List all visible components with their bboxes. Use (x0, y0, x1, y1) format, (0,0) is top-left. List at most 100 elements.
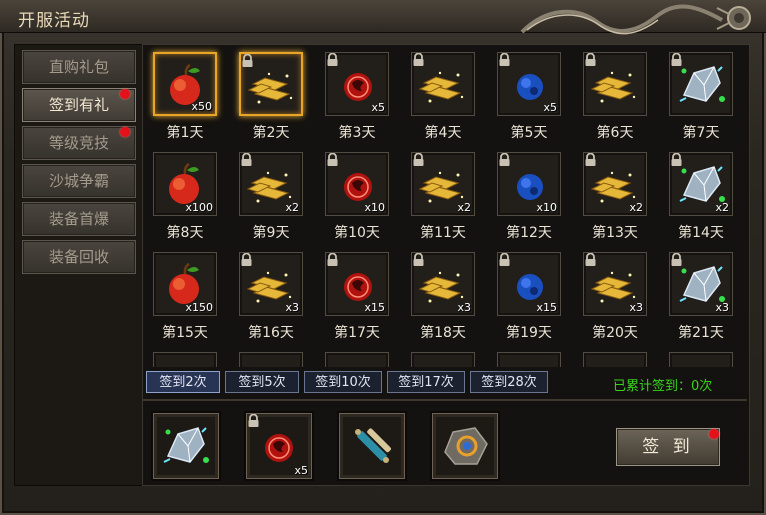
day-label: 第9天 (252, 225, 290, 241)
lock-icon (671, 153, 682, 166)
title-bar[interactable]: 开服活动 (0, 0, 766, 35)
milestone-tab-4[interactable]: 签到28次 (470, 371, 548, 393)
item-quantity: x3 (715, 301, 729, 314)
day-reward-slot[interactable]: x15 (497, 252, 561, 316)
lock-icon (241, 253, 252, 266)
lock-icon (499, 53, 510, 66)
lock-icon (241, 153, 252, 166)
milestone-reward-slot[interactable]: x5 (246, 413, 312, 479)
lock-icon (327, 53, 338, 66)
item-quantity: x100 (185, 201, 213, 214)
milestone-tab-3[interactable]: 签到17次 (387, 371, 465, 393)
day-reward-slot-partial[interactable] (583, 352, 647, 367)
crystal-icon (163, 427, 209, 463)
sidebar-item-0[interactable]: 直购礼包 (22, 50, 136, 84)
item-quantity: x150 (185, 301, 213, 314)
sidebar-item-label: 等级竞技 (48, 134, 109, 152)
day-reward-slot[interactable]: x3 (239, 252, 303, 316)
day-reward-slot[interactable]: x5 (497, 52, 561, 116)
day-reward-slot[interactable]: x3 (583, 252, 647, 316)
day-reward-slot[interactable]: x10 (497, 152, 561, 216)
lock-icon (327, 153, 338, 166)
item-quantity: x5 (543, 101, 557, 114)
lock-icon (242, 54, 253, 67)
item-quantity: x10 (364, 201, 385, 214)
dragon-ornament-icon (520, 4, 751, 35)
day-label: 第16天 (248, 325, 294, 341)
lock-icon (671, 253, 682, 266)
sidebar-item-2[interactable]: 等级竞技 (22, 126, 136, 160)
day-label: 第2天 (252, 125, 290, 141)
day-reward-slot[interactable] (583, 52, 647, 116)
day-reward-slot[interactable]: x2 (411, 152, 475, 216)
lock-icon (585, 53, 596, 66)
item-quantity: x3 (457, 301, 471, 314)
checkin-notify-dot (709, 429, 719, 439)
lock-icon (671, 53, 682, 66)
sidebar-item-label: 装备首爆 (48, 210, 109, 228)
lock-icon (413, 53, 424, 66)
sidebar-item-label: 直购礼包 (48, 58, 109, 76)
day-label: 第17天 (334, 325, 380, 341)
lock-icon (585, 253, 596, 266)
ore-stone-icon (444, 427, 488, 465)
sidebar-item-1[interactable]: 签到有礼 (22, 88, 136, 122)
day-label: 第14天 (678, 225, 724, 241)
day-reward-slot-partial[interactable] (669, 352, 733, 367)
day-reward-slot[interactable] (239, 52, 303, 116)
milestone-reward-slot[interactable] (339, 413, 405, 479)
day-label: 第6天 (596, 125, 634, 141)
item-quantity: x2 (715, 201, 729, 214)
day-label: 第18天 (420, 325, 466, 341)
day-label: 第21天 (678, 325, 724, 341)
lock-icon (327, 253, 338, 266)
item-quantity: x2 (629, 201, 643, 214)
day-label: 第5天 (510, 125, 548, 141)
day-reward-slot-partial[interactable] (153, 352, 217, 367)
checkin-panel: x50 第1天 第2天 x5 第3天 第4天 x5 第5天 第6天 第7天 x100 第8天 x2 第9天… (142, 44, 750, 486)
day-reward-slot[interactable]: x2 (583, 152, 647, 216)
sidebar-item-3[interactable]: 沙城争霸 (22, 164, 136, 198)
day-reward-slot-partial[interactable] (325, 352, 389, 367)
day-reward-slot[interactable]: x15 (325, 252, 389, 316)
day-reward-slot[interactable]: x3 (411, 252, 475, 316)
milestone-reward-slot[interactable] (153, 413, 219, 479)
day-reward-slot[interactable] (669, 52, 733, 116)
day-label: 第13天 (592, 225, 638, 241)
item-quantity: x10 (536, 201, 557, 214)
day-reward-slot[interactable] (411, 52, 475, 116)
item-quantity: x3 (629, 301, 643, 314)
milestone-tabs: 签到2次 签到5次 签到10次 签到17次 签到28次 (143, 371, 563, 393)
day-reward-slot[interactable]: x150 (153, 252, 217, 316)
milestone-tab-0[interactable]: 签到2次 (146, 371, 220, 393)
sidebar: 直购礼包签到有礼等级竞技沙城争霸装备首爆装备回收 (14, 44, 144, 486)
lock-icon (499, 253, 510, 266)
day-reward-slot[interactable]: x50 (153, 52, 217, 116)
day-reward-slot[interactable]: x2 (669, 152, 733, 216)
day-reward-slot[interactable]: x3 (669, 252, 733, 316)
sidebar-item-label: 装备回收 (48, 248, 109, 266)
day-grid[interactable]: x50 第1天 第2天 x5 第3天 第4天 x5 第5天 第6天 第7天 x100 第8天 x2 第9天… (143, 45, 747, 367)
day-label: 第15天 (162, 325, 208, 341)
checkin-button[interactable]: 签 到 (616, 428, 720, 466)
day-reward-slot-partial[interactable] (497, 352, 561, 367)
day-label: 第8天 (166, 225, 204, 241)
scroll-icon (355, 428, 391, 463)
item-quantity: x2 (285, 201, 299, 214)
day-label: 第20天 (592, 325, 638, 341)
day-reward-slot[interactable]: x5 (325, 52, 389, 116)
milestone-tab-2[interactable]: 签到10次 (304, 371, 382, 393)
sidebar-item-4[interactable]: 装备首爆 (22, 202, 136, 236)
milestone-tab-1[interactable]: 签到5次 (225, 371, 299, 393)
day-reward-slot[interactable]: x2 (239, 152, 303, 216)
lock-icon (413, 253, 424, 266)
day-reward-slot-partial[interactable] (239, 352, 303, 367)
day-reward-slot[interactable]: x10 (325, 152, 389, 216)
day-reward-slot[interactable]: x100 (153, 152, 217, 216)
item-quantity: x50 (191, 100, 212, 113)
activity-window: 开服活动 直购礼包 签到有礼 等级竞技 沙城争霸 装备首爆 装备回收 x50 第1天 第2天 x… (0, 0, 766, 515)
day-reward-slot-partial[interactable] (411, 352, 475, 367)
day-label: 第12天 (506, 225, 552, 241)
sidebar-item-5[interactable]: 装备回收 (22, 240, 136, 274)
milestone-reward-slot[interactable] (432, 413, 498, 479)
